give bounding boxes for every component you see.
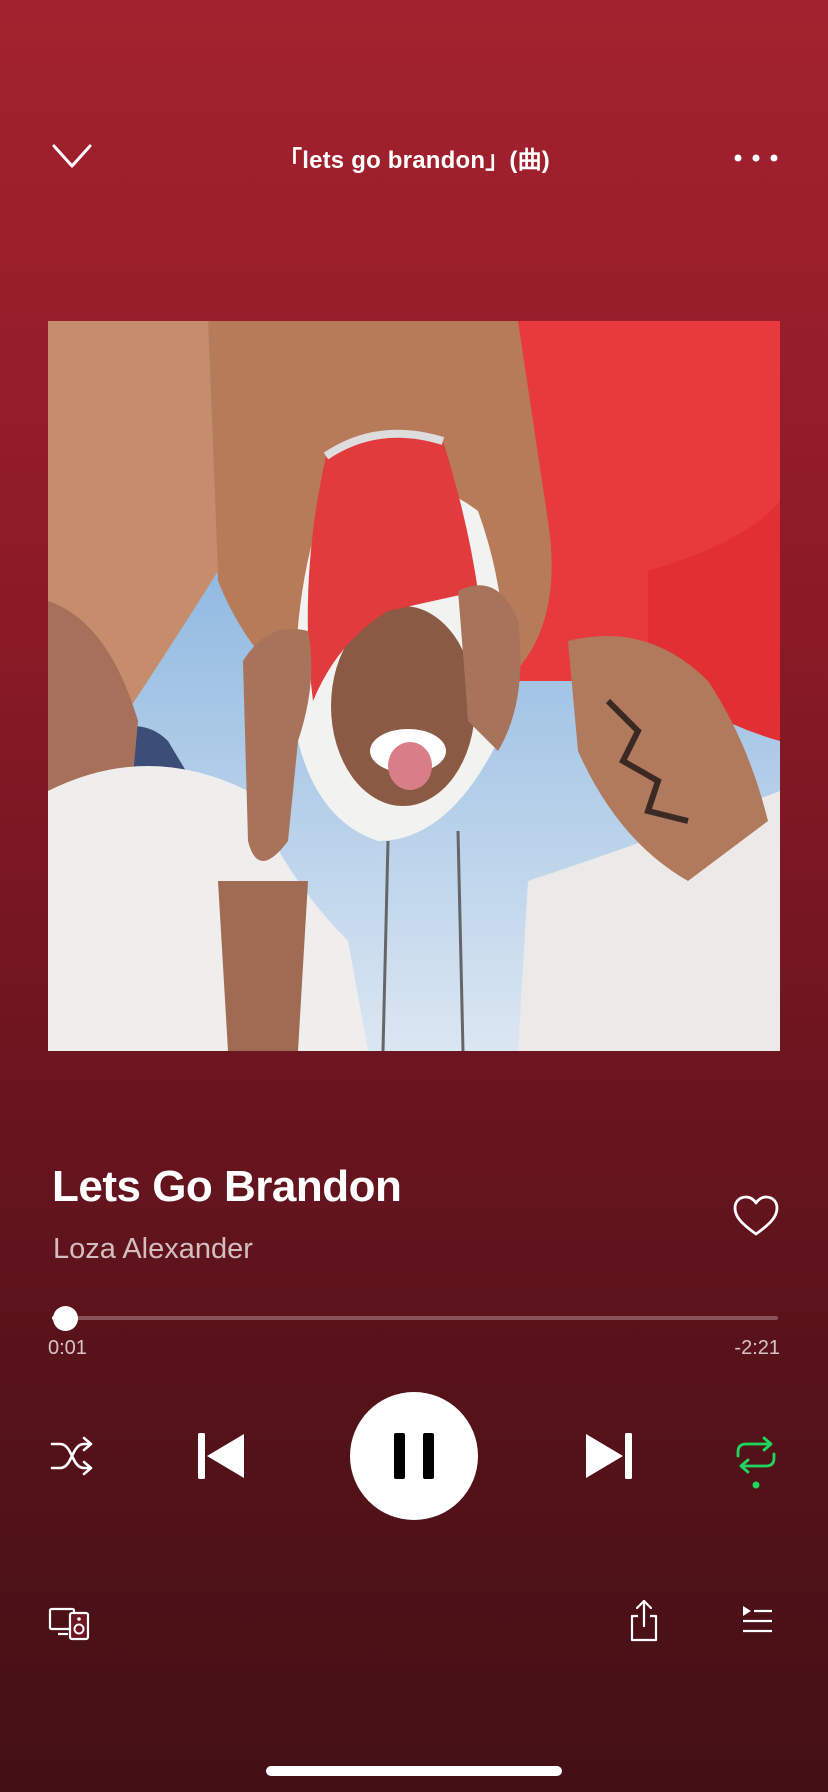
- pause-icon: [394, 1433, 434, 1479]
- more-options-button[interactable]: [732, 148, 780, 168]
- more-horizontal-icon: [734, 154, 778, 162]
- skip-next-icon: [586, 1433, 632, 1479]
- chevron-down-icon: [52, 144, 92, 168]
- share-button[interactable]: [628, 1598, 660, 1642]
- heart-icon: [733, 1195, 779, 1236]
- like-button[interactable]: [732, 1194, 780, 1238]
- queue-icon: [743, 1606, 772, 1633]
- share-icon: [630, 1599, 658, 1642]
- next-button[interactable]: [582, 1430, 634, 1482]
- progress-handle[interactable]: [53, 1306, 78, 1331]
- connect-devices-icon: [48, 1607, 90, 1641]
- collapse-button[interactable]: [48, 138, 96, 174]
- queue-button[interactable]: [740, 1604, 774, 1638]
- repeat-button[interactable]: [730, 1432, 782, 1490]
- connect-devices-button[interactable]: [48, 1605, 90, 1641]
- track-artist[interactable]: Loza Alexander: [53, 1233, 253, 1266]
- shuffle-icon: [50, 1436, 93, 1476]
- skip-previous-icon: [198, 1433, 244, 1479]
- shuffle-button[interactable]: [48, 1434, 96, 1478]
- previous-button[interactable]: [196, 1430, 248, 1482]
- track-title[interactable]: Lets Go Brandon: [52, 1162, 402, 1212]
- repeat-icon: [736, 1436, 776, 1489]
- elapsed-time: 0:01: [48, 1337, 87, 1359]
- progress-bar[interactable]: [52, 1316, 778, 1320]
- home-indicator[interactable]: [266, 1766, 562, 1776]
- pause-button[interactable]: [350, 1392, 478, 1520]
- remaining-time: -2:21: [734, 1337, 780, 1359]
- context-title: 「lets go brandon」(曲): [278, 147, 550, 174]
- album-artwork: [48, 321, 780, 1051]
